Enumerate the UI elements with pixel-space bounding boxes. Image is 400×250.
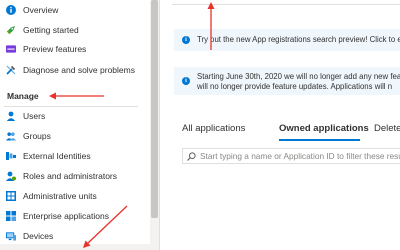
- scrollbar-thumb[interactable]: [151, 0, 158, 218]
- groups-icon: [6, 131, 16, 141]
- sidebar-item-label: Getting started: [23, 25, 79, 35]
- sidebar-item-roles[interactable]: Roles and administrators: [0, 166, 150, 186]
- section-header-manage: Manage: [7, 91, 39, 101]
- sidebar-item-external-identities[interactable]: External Identities: [0, 146, 150, 166]
- info-icon: i: [182, 36, 190, 44]
- info-icon: i: [182, 77, 190, 85]
- sidebar-item-groups[interactable]: Groups: [0, 126, 150, 146]
- search-placeholder: Start typing a name or Application ID to…: [200, 151, 400, 161]
- sidebar-item-label: Devices: [23, 231, 54, 241]
- sidebar-item-diagnose[interactable]: Diagnose and solve problems: [0, 60, 150, 80]
- user-icon: [6, 111, 16, 121]
- external-identities-icon: [6, 151, 16, 161]
- tab-all-applications[interactable]: All applications: [182, 123, 245, 134]
- admin-units-icon: [6, 191, 16, 201]
- header-rule: [172, 0, 400, 5]
- sidebar-item-label: Enterprise applications: [23, 211, 109, 221]
- sidebar-item-devices[interactable]: Devices: [0, 226, 150, 246]
- preview-icon: [6, 44, 16, 54]
- enterprise-apps-icon: [6, 211, 16, 221]
- tab-owned-applications[interactable]: Owned applications: [279, 123, 369, 134]
- sidebar-item-label: Overview: [23, 5, 59, 15]
- search-icon: [187, 152, 196, 161]
- main-content: i Try out the new App registrations sear…: [160, 0, 400, 250]
- sidebar-item-label: Diagnose and solve problems: [23, 65, 135, 75]
- sidebar-item-label: External Identities: [23, 151, 91, 161]
- banner-text-line1: Starting June 30th, 2020 we will no long…: [197, 72, 400, 81]
- sidebar-item-label: Roles and administrators: [23, 171, 118, 181]
- sidebar-item-next[interactable]: [0, 244, 150, 250]
- sidebar-item-label: Preview features: [23, 44, 87, 54]
- deprecation-banner: i Starting June 30th, 2020 we will no lo…: [174, 67, 400, 95]
- wrench-icon: [6, 65, 16, 75]
- sidebar-item-label: Administrative units: [23, 191, 97, 201]
- devices-icon: [6, 231, 16, 241]
- banner-text: Try out the new App registrations search…: [197, 35, 400, 44]
- sidebar-item-preview-features[interactable]: Preview features: [0, 39, 150, 59]
- search-input[interactable]: Start typing a name or Application ID to…: [182, 148, 400, 164]
- sidebar-item-overview[interactable]: Overview: [0, 0, 150, 20]
- sidebar-item-users[interactable]: Users: [0, 106, 150, 126]
- roles-icon: [6, 171, 16, 181]
- sidebar: Overview Getting started Preview feature…: [0, 0, 150, 250]
- sidebar-item-label: Users: [23, 111, 46, 121]
- sidebar-item-label: Groups: [23, 131, 51, 141]
- sidebar-item-getting-started[interactable]: Getting started: [0, 20, 150, 40]
- info-icon: [6, 5, 16, 15]
- search-preview-banner[interactable]: i Try out the new App registrations sear…: [174, 29, 400, 51]
- tab-deleted-applications[interactable]: Deleted ap: [374, 123, 400, 134]
- rocket-icon: [6, 25, 16, 35]
- active-tab-indicator: [279, 139, 360, 141]
- sidebar-item-enterprise-apps[interactable]: Enterprise applications: [0, 206, 150, 226]
- sidebar-item-admin-units[interactable]: Administrative units: [0, 186, 150, 206]
- banner-text-line2: will no longer provide feature updates. …: [197, 82, 393, 91]
- sidebar-scrollbar[interactable]: [150, 0, 159, 250]
